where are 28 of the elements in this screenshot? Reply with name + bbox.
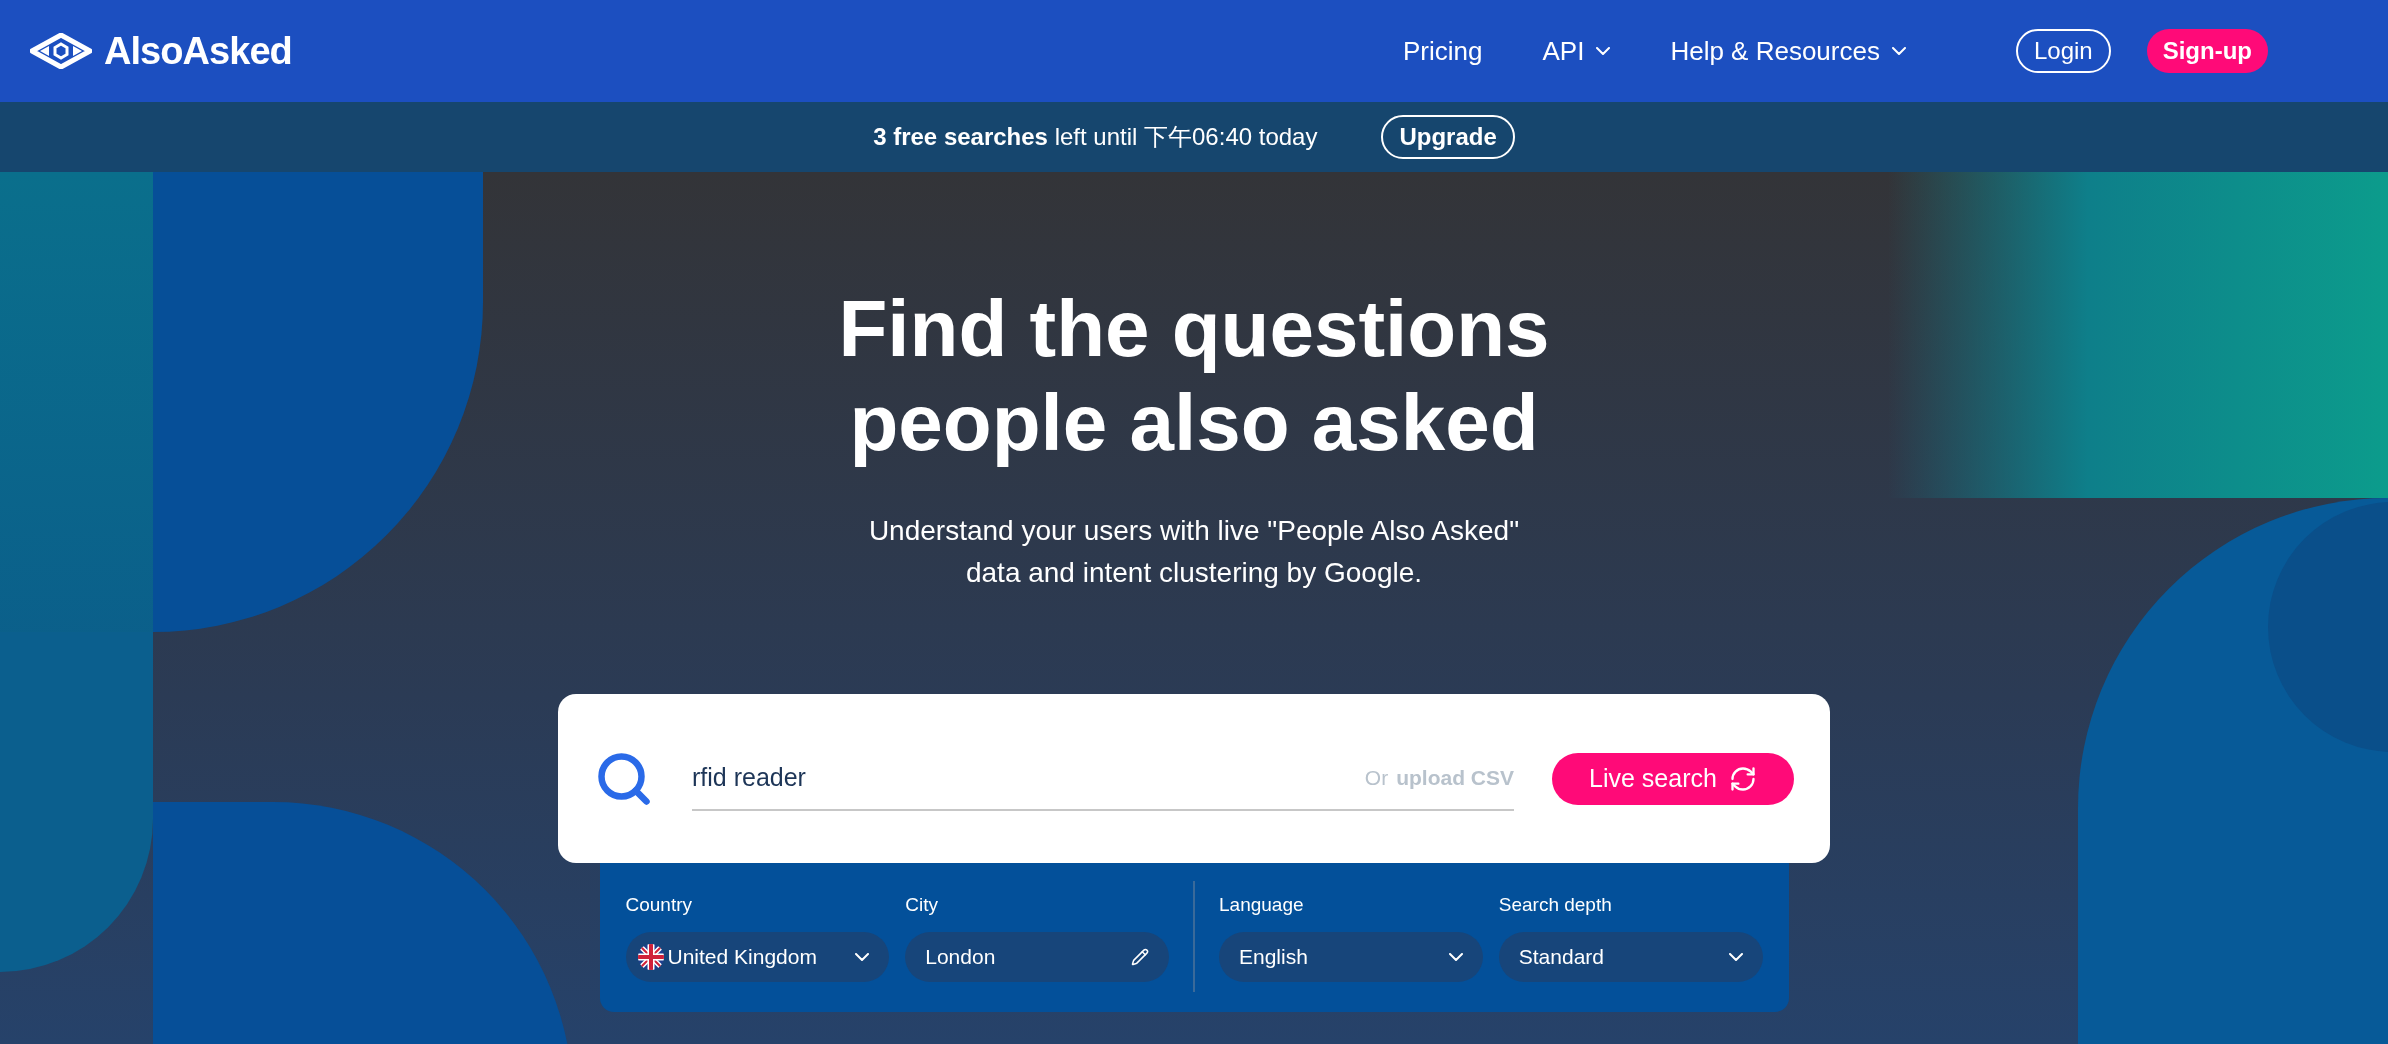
pencil-icon <box>1131 947 1149 966</box>
upgrade-button[interactable]: Upgrade <box>1381 115 1515 159</box>
logo-icon <box>30 33 92 69</box>
chevron-down-icon <box>1448 952 1463 961</box>
live-search-button[interactable]: Live search <box>1552 752 1794 805</box>
nav-link[interactable]: API <box>1542 31 1611 71</box>
filter-dropdown[interactable]: English <box>1219 931 1483 982</box>
hero-subtitle: Understand your users with live "People Also Asked" data and intent clustering by Google. <box>867 514 1521 590</box>
logo-wordmark: AlsoAsked <box>104 28 292 74</box>
chevron-down-icon <box>1728 952 1743 961</box>
search-field[interactable]: rfid reader Or upload CSV <box>692 746 1514 811</box>
nav-link[interactable]: Help & Resources <box>1670 31 1906 71</box>
filter-label: Search depth <box>1498 893 1613 917</box>
hero-heading: Find the questions people also asked <box>837 283 1551 469</box>
chevron-down-icon <box>855 952 870 961</box>
nav-link[interactable]: Pricing <box>1403 31 1483 71</box>
signup-button[interactable]: Sign-up <box>2146 29 2268 73</box>
filter-dropdown[interactable]: Standard <box>1498 931 1763 982</box>
login-button[interactable]: Login <box>2015 29 2111 73</box>
refresh-icon <box>1728 764 1757 793</box>
free-searches-notice: 3 free searches left until 下午06:40 today <box>873 122 1318 152</box>
filter-dropdown[interactable]: United Kingdom <box>625 931 890 982</box>
filter-label: City <box>905 893 939 917</box>
flag-icon <box>637 943 664 970</box>
city-field[interactable]: London <box>905 931 1169 982</box>
or-text: Or <box>1364 764 1389 791</box>
filter-label: Language <box>1219 893 1305 917</box>
filter-label: Country <box>625 893 694 917</box>
